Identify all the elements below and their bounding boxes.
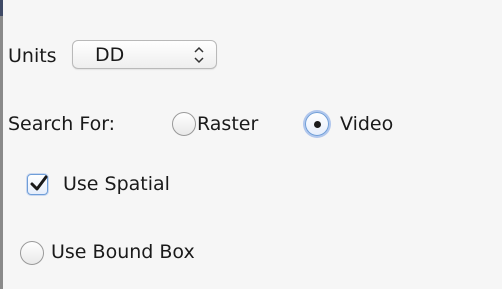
left-panel-border xyxy=(0,0,3,289)
use-bound-box-radio[interactable] xyxy=(20,241,44,265)
check-icon xyxy=(30,175,48,191)
raster-radio-label[interactable]: Raster xyxy=(197,112,258,136)
video-radio-label[interactable]: Video xyxy=(340,112,393,136)
radio-selected-dot xyxy=(314,121,321,128)
video-radio[interactable] xyxy=(305,112,329,136)
units-select[interactable]: DD xyxy=(72,40,217,69)
units-label: Units xyxy=(8,45,57,67)
left-panel-border-accent xyxy=(0,0,3,16)
use-bound-box-label[interactable]: Use Bound Box xyxy=(51,240,195,264)
search-for-label: Search For: xyxy=(8,113,116,135)
raster-radio[interactable] xyxy=(172,112,196,136)
units-select-value: DD xyxy=(95,44,125,66)
use-spatial-label[interactable]: Use Spatial xyxy=(63,172,170,196)
use-spatial-checkbox[interactable] xyxy=(27,174,48,195)
up-down-chevron-icon xyxy=(194,44,204,68)
